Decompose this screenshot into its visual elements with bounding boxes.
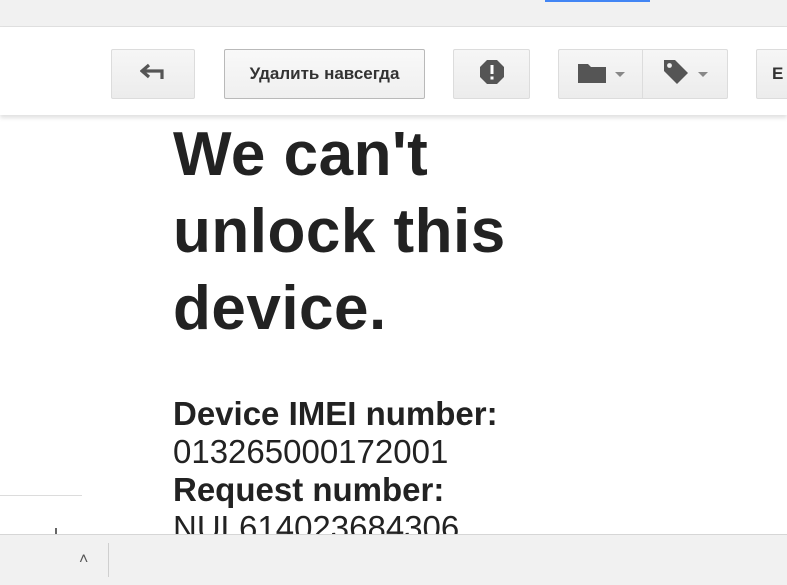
more-button[interactable]: E: [756, 49, 787, 99]
folder-icon: [577, 60, 607, 89]
more-button-label: E: [772, 64, 784, 83]
chevron-down-icon: [614, 71, 625, 77]
request-label: Request number:: [173, 471, 445, 508]
device-info: Device IMEI number: 013265000172001 Requ…: [173, 395, 593, 534]
message-content: We can't unlock this device. Device IMEI…: [173, 116, 593, 534]
report-spam-icon: [479, 59, 505, 90]
active-tab-indicator: [545, 0, 650, 2]
imei-label: Device IMEI number:: [173, 395, 498, 432]
divider: [108, 543, 109, 577]
delete-forever-button[interactable]: Удалить навсегда: [224, 49, 425, 99]
bottom-bar: ˄: [0, 534, 787, 585]
delete-forever-label: Удалить навсегда: [249, 64, 400, 83]
top-strip: [0, 0, 787, 27]
request-value: NUL614023684306: [173, 509, 460, 534]
email-body: We can't unlock this device. Device IMEI…: [0, 116, 787, 534]
back-button[interactable]: [111, 49, 195, 99]
labels-button[interactable]: [642, 49, 728, 99]
headline: We can't unlock this device.: [173, 120, 506, 343]
imei-value: 013265000172001: [173, 433, 449, 470]
divider: [0, 495, 82, 496]
chevron-down-icon: [698, 71, 708, 77]
move-to-button[interactable]: [558, 49, 643, 99]
chevron-up-icon[interactable]: ˄: [79, 551, 88, 569]
message-toolbar: Удалить навсегда E: [0, 27, 787, 115]
label-tag-icon: [662, 58, 690, 91]
report-spam-button[interactable]: [453, 49, 530, 99]
reply-arrow-icon: [139, 63, 166, 86]
